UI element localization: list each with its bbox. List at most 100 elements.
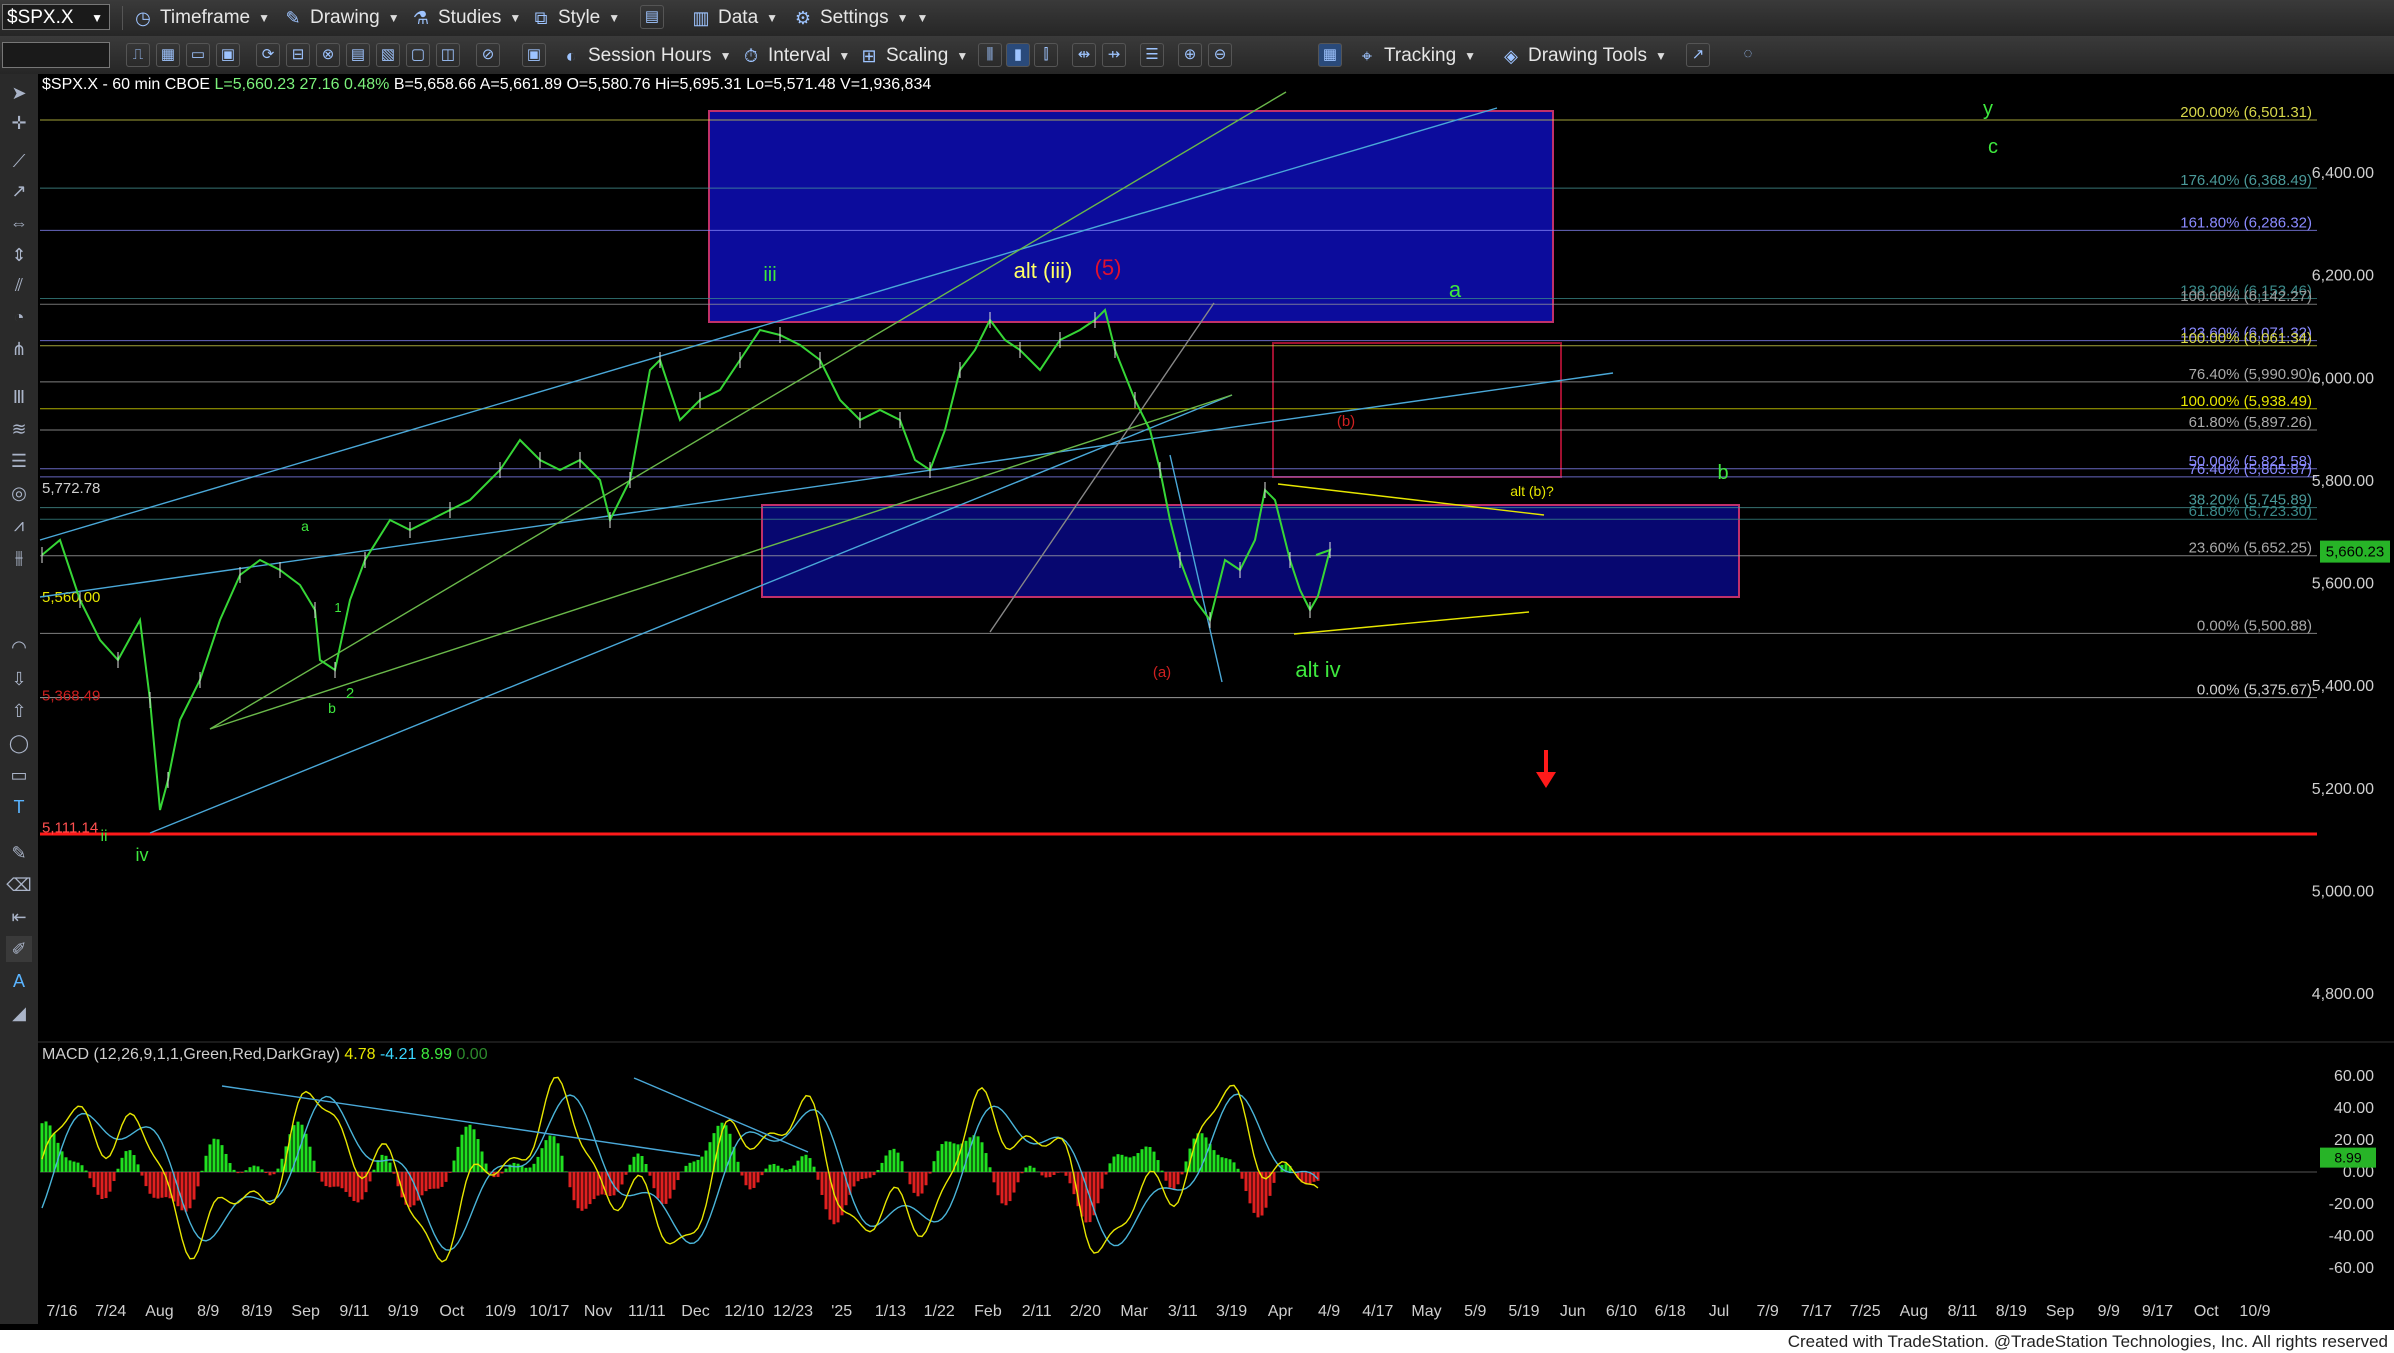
- ohlc-icon[interactable]: ⫿: [1034, 43, 1058, 67]
- grid-icon[interactable]: ▦: [156, 43, 180, 67]
- scroll-icon[interactable]: ⇸: [1102, 43, 1126, 67]
- layout-2-icon[interactable]: ☰: [1140, 43, 1164, 67]
- candle-icon[interactable]: ▮: [1006, 43, 1030, 67]
- macd-bar: [944, 1141, 948, 1172]
- calendar-icon[interactable]: ▤: [346, 43, 370, 67]
- pitchfork-icon[interactable]: ⋔: [6, 336, 32, 362]
- chart-toolbar: ⎍ ▦ ▭ ▣ ⟳ ⊟ ⊗ ▤ ▧ ▢ ◫ ⊘ ▣ ◐ Session Hours…: [0, 36, 2394, 75]
- x-axis-label: Aug: [145, 1303, 173, 1320]
- symbol-input[interactable]: $SPX.X ▼: [2, 4, 110, 30]
- x-axis-label: 9/11: [339, 1303, 369, 1320]
- macd-bar: [552, 1136, 556, 1172]
- ellipse-icon[interactable]: ◯: [6, 730, 32, 756]
- price-axis-label: 5,800.00: [2312, 473, 2374, 490]
- bar-icon[interactable]: ⫼: [978, 43, 1002, 67]
- refresh-icon[interactable]: ⟳: [256, 43, 280, 67]
- macd-bar: [1236, 1168, 1240, 1172]
- pointer-icon[interactable]: ➤: [6, 80, 32, 106]
- crosshair-grid-icon[interactable]: ▦: [1318, 43, 1342, 67]
- channel-icon[interactable]: ⫽: [6, 272, 32, 298]
- ray-icon[interactable]: ↗: [6, 178, 32, 204]
- fib-ext-icon[interactable]: ≋: [6, 416, 32, 442]
- fib-label: 0.00% (5,375.67): [2197, 682, 2312, 699]
- chat-icon[interactable]: ◌: [1736, 43, 1760, 67]
- macd-bar: [1304, 1172, 1308, 1185]
- text-tool-icon[interactable]: T: [6, 794, 32, 820]
- macd-bar: [52, 1133, 56, 1172]
- settings-menu[interactable]: ⚙ Settings ▼ ▼: [792, 5, 929, 31]
- macd-bar: [1228, 1159, 1232, 1172]
- arc-icon[interactable]: ◠: [6, 634, 32, 660]
- lock-icon[interactable]: ⊟: [286, 43, 310, 67]
- macd-bar: [1216, 1154, 1220, 1172]
- macd-bar: [540, 1148, 544, 1172]
- macd-bar: [200, 1170, 204, 1172]
- x-axis-label: 2/20: [1070, 1303, 1101, 1320]
- regression-icon[interactable]: ⫵: [6, 544, 32, 570]
- link-icon[interactable]: ⊗: [316, 43, 340, 67]
- horizontal-line-icon[interactable]: ⇔: [6, 210, 32, 236]
- interval-menu[interactable]: ⏱ Interval ▼: [740, 43, 850, 69]
- macd-bar: [660, 1172, 664, 1205]
- footer: Created with TradeStation. @TradeStation…: [0, 1330, 2394, 1353]
- arrow-down-icon[interactable]: ⇩: [6, 666, 32, 692]
- text-label-icon[interactable]: A: [6, 968, 32, 994]
- chart-type-icon[interactable]: ⎍: [126, 43, 150, 67]
- eraser-icon[interactable]: ⌫: [6, 872, 32, 898]
- highlighter-icon[interactable]: ✐: [6, 936, 32, 962]
- x-axis-label: 8/9: [197, 1303, 219, 1320]
- price-axis-label: 4,800.00: [2312, 986, 2374, 1003]
- vertical-line-icon[interactable]: ⇕: [6, 242, 32, 268]
- fib-icon[interactable]: Ⅲ: [6, 384, 32, 410]
- clone-icon[interactable]: ▣: [522, 43, 546, 67]
- price-chart[interactable]: 200.00% (6,501.31)176.40% (6,368.49)161.…: [38, 74, 2394, 1324]
- export-icon[interactable]: ↗: [1686, 43, 1710, 67]
- wave-label: alt iv: [1295, 657, 1340, 682]
- macd-bar: [188, 1172, 192, 1209]
- trendline-icon[interactable]: ⟋: [6, 148, 32, 174]
- macd-bar: [304, 1133, 308, 1172]
- measure-icon[interactable]: ⇤: [6, 904, 32, 930]
- andrews-icon[interactable]: ⩘: [6, 512, 32, 538]
- timeframe-menu[interactable]: ◷ Timeframe ▼: [132, 5, 270, 31]
- theme-icon[interactable]: ◫: [436, 43, 460, 67]
- more-tools-icon[interactable]: ◢: [6, 1000, 32, 1026]
- macd-bar: [300, 1124, 304, 1172]
- studies-menu[interactable]: ⚗ Studies ▼: [410, 5, 521, 31]
- zoom-in-icon[interactable]: ⊕: [1178, 43, 1202, 67]
- x-axis-label: 10/17: [529, 1303, 569, 1320]
- fib-time-icon[interactable]: ☰: [6, 448, 32, 474]
- session-hours-menu[interactable]: ◐ Session Hours ▼: [560, 43, 732, 69]
- drawing-tools-menu[interactable]: ◈ Drawing Tools ▼: [1500, 43, 1667, 69]
- window-icon-2[interactable]: ▣: [216, 43, 240, 67]
- x-axis-label: 8/11: [1948, 1303, 1978, 1320]
- macd-bar: [440, 1172, 444, 1187]
- scaling-menu[interactable]: ⊞ Scaling ▼: [858, 43, 968, 69]
- layout-icon[interactable]: ▤: [640, 5, 664, 29]
- macd-bar: [332, 1172, 336, 1187]
- window-icon[interactable]: ▭: [186, 43, 210, 67]
- x-axis-label: 3/19: [1216, 1303, 1247, 1320]
- tracking-menu[interactable]: ⌖ Tracking ▼: [1356, 43, 1476, 69]
- macd-bar: [760, 1172, 764, 1176]
- tile-icon[interactable]: ▧: [376, 43, 400, 67]
- window-icon-3[interactable]: ▢: [406, 43, 430, 67]
- macd-bar: [92, 1172, 96, 1188]
- interval-input[interactable]: [2, 42, 110, 68]
- zoom-out-icon[interactable]: ⊖: [1208, 43, 1232, 67]
- alert-icon[interactable]: ⊘: [476, 43, 500, 67]
- speed-lines-icon[interactable]: ◔: [6, 304, 32, 330]
- rectangle-icon[interactable]: ▭: [6, 762, 32, 788]
- macd-axis-label: -40.00: [2329, 1228, 2374, 1245]
- gann-icon[interactable]: ◎: [6, 480, 32, 506]
- drawing-menu[interactable]: ✎ Drawing ▼: [282, 5, 399, 31]
- price-axis-label: 5,600.00: [2312, 576, 2374, 593]
- zoom-bars-icon[interactable]: ⇹: [1072, 43, 1096, 67]
- macd-bar: [892, 1148, 896, 1172]
- crosshair-icon[interactable]: ✛: [6, 110, 32, 136]
- style-menu[interactable]: ⧉ Style ▼: [530, 5, 621, 31]
- macd-bar: [924, 1172, 928, 1186]
- data-menu[interactable]: ▥ Data ▼: [690, 5, 778, 31]
- arrow-up-icon[interactable]: ⇧: [6, 698, 32, 724]
- pen-icon[interactable]: ✎: [6, 840, 32, 866]
